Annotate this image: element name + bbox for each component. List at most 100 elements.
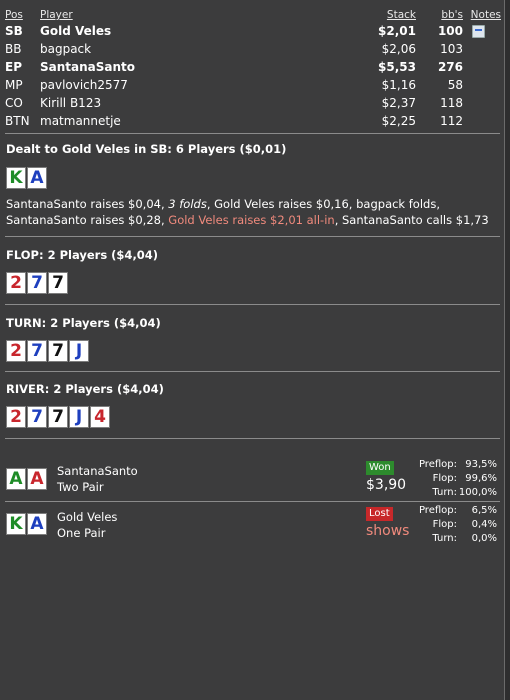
flop-cards: 277 [6, 272, 68, 294]
flop-title: FLOP: 2 Players ($4,04) [6, 248, 159, 262]
playing-card: 7 [27, 340, 47, 362]
player-pos: SB [5, 24, 23, 38]
equity-label: Turn: [432, 533, 457, 544]
player-pos: CO [5, 96, 23, 110]
player-row[interactable]: CO Kirill B123 $2,37 118 [5, 94, 501, 112]
playing-card: 7 [48, 340, 68, 362]
playing-card: 7 [27, 406, 47, 428]
river-title: RIVER: 2 Players ($4,04) [6, 382, 164, 396]
player-name: pavlovich2577 [40, 78, 128, 92]
divider [5, 501, 500, 502]
equity-block: Preflop: 6,5% Flop: 0,4% Turn: 0,0% [405, 505, 497, 545]
player-stack: $2,01 [378, 24, 416, 38]
equity-flop: 0,4% [471, 519, 497, 530]
player-row[interactable]: BB bagpack $2,06 103 [5, 40, 501, 58]
playing-card: A [27, 468, 47, 490]
player-name: Gold Veles [40, 24, 112, 38]
preflop-cards: KA [6, 167, 47, 189]
player-name: matmannetje [40, 114, 121, 128]
player-pos: EP [5, 60, 22, 74]
action-text: , SantanaSanto calls $1,73 [334, 213, 489, 227]
equity-label: Preflop: [418, 459, 457, 470]
playing-card: A [27, 167, 47, 189]
player-stack: $5,53 [378, 60, 416, 74]
preflop-actions: SantanaSanto raises $0,04, 3 folds, Gold… [6, 196, 498, 228]
playing-card: A [6, 468, 26, 490]
action-text: SantanaSanto raises $0,04, [6, 197, 169, 211]
equity-label: Flop: [432, 473, 457, 484]
equity-label: Flop: [432, 519, 457, 530]
header-notes[interactable]: Notes [471, 8, 501, 22]
lost-badge: Lost [366, 507, 393, 521]
river-cards: 277J4 [6, 406, 110, 428]
playing-card: 2 [6, 340, 26, 362]
divider [5, 133, 500, 134]
playing-card: 4 [90, 406, 110, 428]
scrollbar[interactable] [505, 0, 510, 700]
header-bbs[interactable]: bb's [441, 8, 463, 22]
equity-label: Preflop: [418, 505, 457, 516]
equity-label: Turn: [432, 487, 457, 498]
player-name: bagpack [40, 42, 92, 56]
playing-card: J [69, 340, 89, 362]
equity-preflop: 6,5% [471, 505, 497, 516]
playing-card: K [6, 167, 26, 189]
player-bbs: 276 [437, 60, 463, 74]
showdown-hand-rank: One Pair [57, 526, 106, 540]
player-stack: $1,16 [381, 78, 416, 92]
header-pos[interactable]: Pos [5, 8, 23, 22]
divider [5, 371, 500, 372]
player-pos: BTN [5, 114, 30, 128]
header-player[interactable]: Player [40, 8, 73, 22]
equity-turn: 100,0% [458, 487, 497, 498]
player-stack: $2,25 [381, 114, 416, 128]
player-row[interactable]: BTN matmannetje $2,25 112 [5, 112, 501, 130]
turn-title: TURN: 2 Players ($4,04) [6, 316, 161, 330]
showdown-cards-loser: KA [6, 513, 47, 535]
turn-cards: 277J [6, 340, 89, 362]
showdown-player-name: Gold Veles [57, 510, 118, 524]
equity-turn: 0,0% [471, 533, 497, 544]
player-bbs: 112 [440, 114, 463, 128]
player-bbs: 100 [437, 24, 463, 38]
playing-card: J [69, 406, 89, 428]
player-bbs: 58 [447, 78, 463, 92]
equity-block: Preflop: 93,5% Flop: 99,6% Turn: 100,0% [405, 459, 497, 499]
playing-card: A [27, 513, 47, 535]
header-stack[interactable]: Stack [387, 8, 416, 22]
playing-card: 7 [27, 272, 47, 294]
playing-card: 2 [6, 406, 26, 428]
divider [5, 304, 500, 305]
equity-flop: 99,6% [465, 473, 497, 484]
showdown-cards-winner: AA [6, 468, 47, 490]
playing-card: K [6, 513, 26, 535]
table-header: Pos Player Stack bb's Notes [5, 8, 501, 22]
won-amount: $3,90 [366, 477, 407, 493]
divider [5, 438, 500, 439]
playing-card: 2 [6, 272, 26, 294]
player-name: SantanaSanto [40, 60, 136, 74]
player-pos: BB [5, 42, 22, 56]
note-icon[interactable] [472, 25, 485, 38]
player-name: Kirill B123 [40, 96, 102, 110]
player-stack: $2,06 [381, 42, 416, 56]
playing-card: 7 [48, 406, 68, 428]
player-stack: $2,37 [381, 96, 416, 110]
player-row[interactable]: MP pavlovich2577 $1,16 58 [5, 76, 501, 94]
player-row[interactable]: SB Gold Veles $2,01 100 [5, 22, 501, 40]
action-text: 3 folds [168, 197, 207, 211]
showdown-player-name: SantanaSanto [57, 464, 138, 478]
equity-preflop: 93,5% [465, 459, 497, 470]
action-allin: Gold Veles raises $2,01 all-in [168, 213, 335, 227]
divider [5, 236, 500, 237]
won-badge: Won [366, 461, 394, 475]
player-bbs: 103 [440, 42, 463, 56]
player-bbs: 118 [440, 96, 463, 110]
shows-label: shows [366, 523, 410, 539]
player-row[interactable]: EP SantanaSanto $5,53 276 [5, 58, 501, 76]
player-pos: MP [5, 78, 23, 92]
playing-card: 7 [48, 272, 68, 294]
showdown-hand-rank: Two Pair [57, 480, 104, 494]
preflop-title: Dealt to Gold Veles in SB: 6 Players ($0… [6, 142, 287, 156]
players-table: Pos Player Stack bb's Notes SB Gold Veles… [5, 8, 501, 130]
